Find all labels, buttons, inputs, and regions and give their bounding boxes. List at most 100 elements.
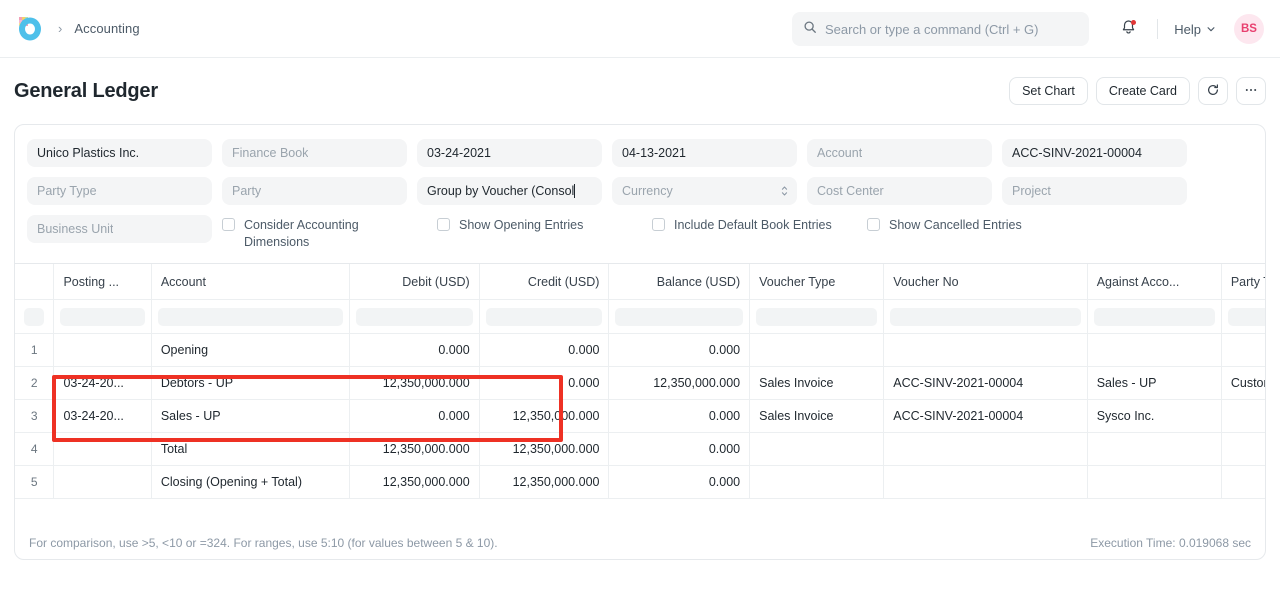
checkbox-box[interactable] <box>437 218 450 231</box>
cell-against-account[interactable]: Sales - UP <box>1087 367 1221 400</box>
filter-business-unit[interactable]: Business Unit <box>27 215 212 243</box>
table-row[interactable]: 4 Total 12,350,000.000 12,350,000.000 0.… <box>15 433 1265 466</box>
cell-balance[interactable]: 0.000 <box>609 400 750 433</box>
checkbox-box[interactable] <box>652 218 665 231</box>
cell-voucher-no[interactable] <box>884 466 1087 499</box>
search-box[interactable] <box>792 12 1089 46</box>
cell-balance[interactable]: 0.000 <box>609 433 750 466</box>
cell-account[interactable]: Total <box>151 433 349 466</box>
column-header-debit[interactable]: Debit (USD) <box>349 264 479 300</box>
filter-cost-center[interactable]: Cost Center <box>807 177 992 205</box>
cell-posting-date[interactable] <box>54 433 151 466</box>
report-table-wrapper[interactable]: Posting ... Account Debit (USD) Credit (… <box>15 263 1265 527</box>
table-row[interactable]: 2 03-24-20... Debtors - UP 12,350,000.00… <box>15 367 1265 400</box>
cell-credit[interactable]: 0.000 <box>479 367 609 400</box>
filter-party-type[interactable]: Party Type <box>27 177 212 205</box>
global-search[interactable] <box>792 12 1089 46</box>
more-options-button[interactable] <box>1236 77 1266 105</box>
column-header-against-account[interactable]: Against Acco... <box>1087 264 1221 300</box>
filter-pill[interactable] <box>615 308 743 326</box>
filter-from-date[interactable]: 03-24-2021 <box>417 139 602 167</box>
cell-balance[interactable]: 12,350,000.000 <box>609 367 750 400</box>
cell-against-account[interactable] <box>1087 334 1221 367</box>
set-chart-button[interactable]: Set Chart <box>1009 77 1088 105</box>
table-row[interactable]: 1 Opening 0.000 0.000 0.000 <box>15 334 1265 367</box>
cell-credit[interactable]: 12,350,000.000 <box>479 466 609 499</box>
avatar[interactable]: BS <box>1234 14 1264 44</box>
filter-company[interactable]: Unico Plastics Inc. <box>27 139 212 167</box>
cell-debit[interactable]: 12,350,000.000 <box>349 433 479 466</box>
filter-finance-book[interactable]: Finance Book <box>222 139 407 167</box>
column-header-account[interactable]: Account <box>151 264 349 300</box>
filter-currency[interactable]: Currency <box>612 177 797 205</box>
cell-voucher-type[interactable] <box>750 334 884 367</box>
column-filter-credit[interactable] <box>479 300 609 334</box>
cell-credit[interactable]: 0.000 <box>479 334 609 367</box>
cell-account[interactable]: Closing (Opening + Total) <box>151 466 349 499</box>
breadcrumb-accounting[interactable]: Accounting <box>74 21 139 36</box>
column-header-balance[interactable]: Balance (USD) <box>609 264 750 300</box>
frappe-o-logo-icon[interactable] <box>14 13 46 45</box>
filter-pill[interactable] <box>60 308 144 326</box>
filter-project[interactable]: Project <box>1002 177 1187 205</box>
cell-posting-date[interactable]: 03-24-20... <box>54 400 151 433</box>
column-filter-party-type[interactable] <box>1221 300 1265 334</box>
filter-pill[interactable] <box>1094 308 1215 326</box>
cell-voucher-no[interactable] <box>884 334 1087 367</box>
create-card-button[interactable]: Create Card <box>1096 77 1190 105</box>
filter-pill[interactable] <box>24 308 44 326</box>
cell-party-type[interactable]: Customer <box>1221 367 1265 400</box>
cell-voucher-no[interactable]: ACC-SINV-2021-00004 <box>884 367 1087 400</box>
filter-pill[interactable] <box>356 308 473 326</box>
checkbox-include-default-book-entries[interactable]: Include Default Book Entries <box>652 217 832 234</box>
cell-posting-date[interactable] <box>54 466 151 499</box>
column-header-posting-date[interactable]: Posting ... <box>54 264 151 300</box>
cell-credit[interactable]: 12,350,000.000 <box>479 400 609 433</box>
cell-against-account[interactable]: Sysco Inc. <box>1087 400 1221 433</box>
cell-debit[interactable]: 12,350,000.000 <box>349 466 479 499</box>
cell-balance[interactable]: 0.000 <box>609 334 750 367</box>
column-filter-voucher-type[interactable] <box>750 300 884 334</box>
cell-account[interactable]: Debtors - UP <box>151 367 349 400</box>
cell-voucher-type[interactable] <box>750 466 884 499</box>
column-filter-voucher-no[interactable] <box>884 300 1087 334</box>
checkbox-consider-accounting-dimensions[interactable]: Consider Accounting Dimensions <box>222 217 394 251</box>
cell-voucher-type[interactable]: Sales Invoice <box>750 367 884 400</box>
column-filter-against-account[interactable] <box>1087 300 1221 334</box>
cell-party-type[interactable] <box>1221 400 1265 433</box>
cell-posting-date[interactable] <box>54 334 151 367</box>
cell-voucher-type[interactable]: Sales Invoice <box>750 400 884 433</box>
cell-debit[interactable]: 0.000 <box>349 400 479 433</box>
cell-posting-date[interactable]: 03-24-20... <box>54 367 151 400</box>
cell-balance[interactable]: 0.000 <box>609 466 750 499</box>
notifications-button[interactable] <box>1111 12 1145 46</box>
cell-party-type[interactable] <box>1221 433 1265 466</box>
column-filter-idx[interactable] <box>15 300 54 334</box>
cell-against-account[interactable] <box>1087 433 1221 466</box>
filter-pill[interactable] <box>158 308 343 326</box>
column-filter-balance[interactable] <box>609 300 750 334</box>
cell-account[interactable]: Opening <box>151 334 349 367</box>
filter-pill[interactable] <box>890 308 1080 326</box>
filter-pill[interactable] <box>756 308 877 326</box>
table-row[interactable]: 3 03-24-20... Sales - UP 0.000 12,350,00… <box>15 400 1265 433</box>
checkbox-show-cancelled-entries[interactable]: Show Cancelled Entries <box>867 217 1022 234</box>
cell-credit[interactable]: 12,350,000.000 <box>479 433 609 466</box>
cell-voucher-no[interactable] <box>884 433 1087 466</box>
filter-pill[interactable] <box>1228 308 1265 326</box>
checkbox-box[interactable] <box>222 218 235 231</box>
filter-account[interactable]: Account <box>807 139 992 167</box>
cell-voucher-type[interactable] <box>750 433 884 466</box>
column-header-party-type[interactable]: Party Type <box>1221 264 1265 300</box>
column-header-voucher-no[interactable]: Voucher No <box>884 264 1087 300</box>
column-header-voucher-type[interactable]: Voucher Type <box>750 264 884 300</box>
stepper-icon[interactable] <box>781 184 788 198</box>
table-row[interactable]: 5 Closing (Opening + Total) 12,350,000.0… <box>15 466 1265 499</box>
column-filter-posting-date[interactable] <box>54 300 151 334</box>
cell-debit[interactable]: 0.000 <box>349 334 479 367</box>
filter-voucher-no[interactable]: ACC-SINV-2021-00004 <box>1002 139 1187 167</box>
filter-pill[interactable] <box>486 308 603 326</box>
column-filter-debit[interactable] <box>349 300 479 334</box>
cell-voucher-no[interactable]: ACC-SINV-2021-00004 <box>884 400 1087 433</box>
cell-party-type[interactable] <box>1221 334 1265 367</box>
